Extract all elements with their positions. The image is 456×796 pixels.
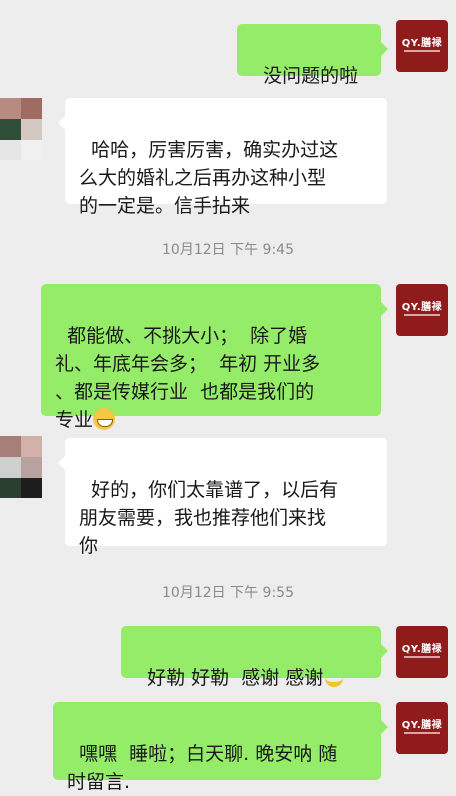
avatar[interactable]: QY.膳禄: [396, 284, 448, 336]
brand-logo: QY.膳禄: [401, 302, 443, 313]
message-bubble-outgoing[interactable]: 好勒 好勒 感谢 感谢: [121, 626, 388, 689]
message-bubble-incoming[interactable]: 哈哈，厉害厉害，确实办过这 么大的婚礼之后再办这种小型 的一定是。信手拈来: [58, 98, 387, 217]
logo-underline: [404, 50, 440, 52]
grinning-face-icon: [93, 408, 116, 430]
message-bubble-incoming[interactable]: 好的，你们太靠谱了，以后有 朋友需要，我也推荐他们来找 你: [58, 438, 387, 557]
brand-logo: QY.膳禄: [401, 720, 443, 731]
message-text: 好的，你们太靠谱了，以后有 朋友需要，我也推荐他们来找 你: [79, 479, 339, 557]
message-text: 哈哈，厉害厉害，确实办过这 么大的婚礼之后再办这种小型 的一定是。信手拈来: [79, 139, 339, 217]
message-bubble-outgoing[interactable]: 没问题的啦: [237, 24, 388, 87]
message-bubble-outgoing[interactable]: 嘿嘿 睡啦；白天聊. 晚安呐 随 时留言.: [53, 702, 388, 793]
avatar[interactable]: QY.膳禄: [396, 626, 448, 678]
logo-underline: [404, 732, 440, 734]
avatar[interactable]: [0, 98, 42, 160]
message-text: 好勒 好勒 感谢 感谢: [147, 667, 324, 689]
avatar[interactable]: QY.膳禄: [396, 20, 448, 72]
logo-underline: [404, 314, 440, 316]
message-bubble-outgoing[interactable]: 都能做、不挑大小； 除了婚 礼、年底年会多； 年初 开业多 、都是传媒行业 也都…: [41, 284, 388, 431]
banana-icon: [323, 666, 345, 688]
logo-underline: [404, 656, 440, 658]
message-text: 没问题的啦: [263, 65, 359, 87]
timestamp: 10月12日 下午 9:45: [162, 242, 294, 258]
brand-logo: QY.膳禄: [401, 644, 443, 655]
avatar[interactable]: [0, 436, 42, 498]
brand-logo: QY.膳禄: [401, 38, 443, 49]
avatar[interactable]: QY.膳禄: [396, 702, 448, 754]
timestamp: 10月12日 下午 9:55: [162, 585, 294, 601]
